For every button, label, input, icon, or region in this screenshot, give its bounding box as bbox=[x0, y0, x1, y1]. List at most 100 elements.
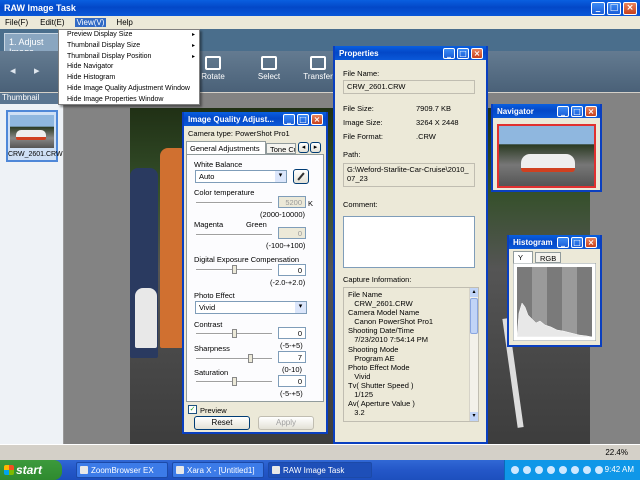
histogram-close-button[interactable]: × bbox=[585, 236, 597, 248]
menu-edit[interactable]: Edit(E) bbox=[38, 18, 66, 27]
navigator-close-button[interactable]: × bbox=[585, 105, 597, 117]
tray-icon[interactable] bbox=[523, 466, 531, 474]
tray-icon[interactable] bbox=[595, 466, 603, 474]
tab-adjust-image[interactable]: 1. Adjust Image bbox=[4, 33, 60, 57]
scroll-down-icon[interactable]: ▾ bbox=[470, 412, 478, 421]
forward-arrow-icon[interactable]: ▸ bbox=[34, 64, 40, 77]
task-raw-image-task[interactable]: RAW Image Task bbox=[268, 462, 372, 478]
properties-close-button[interactable]: × bbox=[471, 47, 483, 59]
tab-scroll-left-button[interactable]: ◂ bbox=[298, 142, 309, 153]
capture-information-list[interactable]: File Name CRW_2601.CRW Camera Model Name … bbox=[343, 287, 479, 422]
image-size-label: Image Size: bbox=[343, 118, 383, 127]
preview-label: Preview bbox=[200, 406, 227, 415]
tab-tone-curve[interactable]: Tone Cu bbox=[266, 143, 296, 154]
tab-rgb[interactable]: RGB bbox=[535, 252, 561, 263]
scroll-up-icon[interactable]: ▴ bbox=[470, 288, 478, 297]
capture-info-line: Shooting Mode bbox=[348, 344, 399, 354]
saturation-input[interactable]: 0 bbox=[278, 375, 306, 387]
menu-item-hide-properties-window[interactable]: Hide Image Properties Window bbox=[59, 95, 199, 106]
menu-item-thumbnail-display-position[interactable]: Thumbnail Display Position ▸ bbox=[59, 52, 199, 63]
tray-icon[interactable] bbox=[535, 466, 543, 474]
properties-titlebar[interactable]: Properties _ □ × bbox=[335, 46, 486, 60]
color-temperature-input[interactable]: 5200 bbox=[278, 196, 306, 208]
contrast-slider[interactable] bbox=[232, 329, 237, 338]
white-balance-select[interactable]: Auto ▾ bbox=[195, 170, 287, 183]
properties-maximize-button[interactable]: □ bbox=[457, 47, 469, 59]
tray-icon[interactable] bbox=[559, 466, 567, 474]
transfer-button[interactable]: Transfer bbox=[302, 56, 334, 81]
iqa-minimize-button[interactable]: _ bbox=[283, 113, 295, 125]
apply-button[interactable]: Apply bbox=[258, 416, 314, 430]
histogram-maximize-button[interactable]: □ bbox=[571, 236, 583, 248]
menu-item-preview-display-size[interactable]: Preview Display Size ▸ bbox=[59, 30, 199, 41]
menu-item-hide-histogram[interactable]: Hide Histogram bbox=[59, 73, 199, 84]
capture-info-line: Program AE bbox=[348, 353, 395, 363]
sharpness-slider[interactable] bbox=[248, 354, 253, 363]
preview-checkbox[interactable]: ✓ bbox=[188, 405, 197, 414]
file-format-label: File Format: bbox=[343, 132, 384, 141]
histogram-titlebar[interactable]: Histogram _ □ × bbox=[509, 235, 600, 249]
file-name-label: File Name: bbox=[343, 69, 380, 78]
exposure-compensation-range: (-2.0-+2.0) bbox=[270, 278, 306, 287]
file-size-value: 7909.7 KB bbox=[416, 104, 452, 113]
select-button[interactable]: Select bbox=[249, 56, 289, 81]
scroll-thumb[interactable] bbox=[470, 298, 478, 334]
navigator-maximize-button[interactable]: □ bbox=[571, 105, 583, 117]
tab-general-adjustments[interactable]: General Adjustments bbox=[186, 141, 266, 154]
capture-info-line: CRW_2601.CRW bbox=[348, 299, 413, 309]
tray-icon[interactable] bbox=[583, 466, 591, 474]
magenta-green-input[interactable]: 0 bbox=[278, 227, 306, 239]
saturation-slider[interactable] bbox=[232, 377, 237, 386]
camera-type-label: Camera type: PowerShot Pro1 bbox=[188, 129, 290, 138]
histogram-minimize-button[interactable]: _ bbox=[557, 236, 569, 248]
contrast-label: Contrast bbox=[194, 320, 223, 329]
navigator-titlebar[interactable]: Navigator _ □ × bbox=[493, 104, 600, 118]
tab-y[interactable]: Y bbox=[513, 251, 533, 263]
capture-information-scrollbar[interactable]: ▴ ▾ bbox=[469, 288, 478, 421]
menu-item-hide-image-quality-window[interactable]: Hide Image Quality Adjustment Window bbox=[59, 84, 199, 95]
photo-effect-select[interactable]: Vivid ▾ bbox=[195, 301, 307, 314]
navigator-minimize-button[interactable]: _ bbox=[557, 105, 569, 117]
exposure-compensation-slider[interactable] bbox=[232, 265, 237, 274]
tray-icon[interactable] bbox=[547, 466, 555, 474]
status-bar: 22.4% bbox=[0, 444, 640, 460]
reset-button[interactable]: Reset bbox=[194, 416, 250, 430]
iqa-titlebar[interactable]: Image Quality Adjust... _ □ × bbox=[184, 112, 326, 126]
menu-item-thumbnail-display-size[interactable]: Thumbnail Display Size ▸ bbox=[59, 41, 199, 52]
saturation-label: Saturation bbox=[194, 368, 229, 377]
task-xara[interactable]: Xara X - [Untitled1] bbox=[172, 462, 264, 478]
iqa-maximize-button[interactable]: □ bbox=[297, 113, 309, 125]
image-size-value: 3264 X 2448 bbox=[416, 118, 459, 127]
raw-image-task-icon bbox=[272, 466, 280, 474]
task-zoombrowser[interactable]: ZoomBrowser EX bbox=[76, 462, 168, 478]
close-button[interactable]: × bbox=[623, 1, 637, 15]
tray-icon[interactable] bbox=[511, 466, 519, 474]
thumbnail-item[interactable]: CRW_2601.CRW bbox=[6, 110, 63, 162]
contrast-input[interactable]: 0 bbox=[278, 327, 306, 339]
menu-item-hide-navigator[interactable]: Hide Navigator bbox=[59, 62, 199, 73]
back-arrow-icon[interactable]: ◂ bbox=[10, 64, 16, 77]
minimize-button[interactable]: _ bbox=[591, 1, 605, 15]
sharpness-track bbox=[196, 358, 272, 360]
color-temperature-slider[interactable] bbox=[196, 202, 272, 204]
magenta-green-slider[interactable] bbox=[196, 234, 272, 236]
tray-icon[interactable] bbox=[571, 466, 579, 474]
transfer-icon bbox=[310, 56, 326, 70]
xara-icon bbox=[176, 466, 184, 474]
main-titlebar[interactable]: RAW Image Task _ □ × bbox=[0, 0, 640, 16]
menu-help[interactable]: Help bbox=[114, 18, 134, 27]
eyedropper-button[interactable] bbox=[293, 169, 309, 184]
menu-file[interactable]: File(F) bbox=[3, 18, 30, 27]
file-name-value: CRW_2601.CRW bbox=[343, 80, 475, 94]
properties-minimize-button[interactable]: _ bbox=[443, 47, 455, 59]
maximize-button[interactable]: □ bbox=[607, 1, 621, 15]
menu-view[interactable]: View(V) bbox=[74, 18, 107, 27]
exposure-compensation-input[interactable]: 0 bbox=[278, 264, 306, 276]
capture-information-label: Capture Information: bbox=[343, 275, 412, 284]
start-button[interactable]: start bbox=[0, 460, 62, 480]
sharpness-input[interactable]: 7 bbox=[278, 351, 306, 363]
iqa-close-button[interactable]: × bbox=[311, 113, 323, 125]
navigator-image[interactable] bbox=[497, 124, 596, 188]
tab-scroll-right-button[interactable]: ▸ bbox=[310, 142, 321, 153]
comment-input[interactable] bbox=[343, 216, 475, 268]
